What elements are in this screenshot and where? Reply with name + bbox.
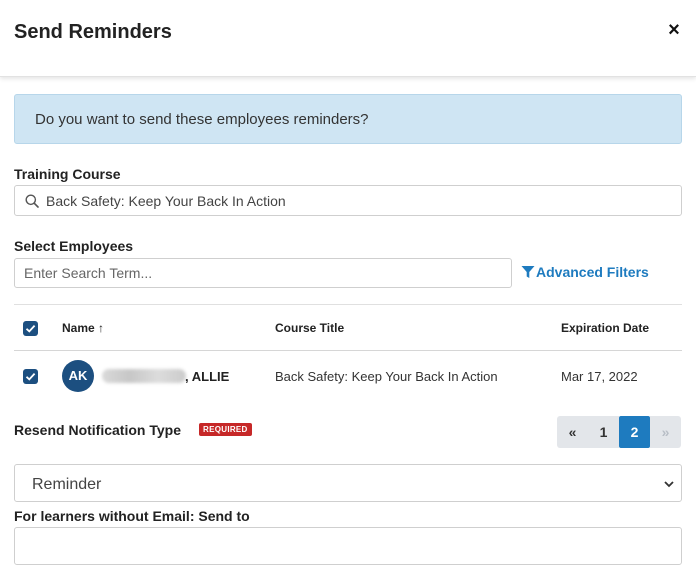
- pagination-page-1[interactable]: 1: [588, 416, 619, 448]
- advanced-filters-label: Advanced Filters: [536, 264, 649, 280]
- redacted-last-name: [102, 369, 186, 383]
- info-banner: Do you want to send these employees remi…: [14, 94, 682, 144]
- send-to-input[interactable]: [14, 527, 682, 565]
- column-header-expiration-date[interactable]: Expiration Date: [561, 321, 649, 335]
- row-checkbox[interactable]: [23, 369, 38, 384]
- pagination-page-2[interactable]: 2: [619, 416, 650, 448]
- pagination: « 1 2 »: [557, 416, 681, 448]
- required-badge: REQUIRED: [199, 423, 252, 436]
- advanced-filters-link[interactable]: Advanced Filters: [521, 264, 649, 280]
- search-icon: [25, 194, 39, 208]
- employee-search-input[interactable]: [14, 258, 512, 288]
- pagination-prev-button[interactable]: «: [557, 416, 588, 448]
- table-header: Name ↑ Course Title Expiration Date: [14, 304, 682, 351]
- notification-type-value: Reminder: [32, 476, 102, 493]
- pagination-next-button[interactable]: »: [650, 416, 681, 448]
- select-all-checkbox[interactable]: [23, 321, 38, 336]
- employee-name: , ALLIE: [185, 369, 230, 384]
- notification-type-select[interactable]: Reminder: [14, 464, 682, 502]
- chevron-down-icon: [664, 481, 674, 488]
- column-header-course-title[interactable]: Course Title: [275, 321, 344, 335]
- check-icon: [25, 324, 36, 333]
- send-to-label: For learners without Email: Send to: [14, 508, 250, 524]
- filter-icon: [521, 266, 535, 278]
- avatar: AK: [62, 360, 94, 392]
- training-course-label: Training Course: [14, 166, 121, 182]
- info-message: Do you want to send these employees remi…: [35, 111, 369, 128]
- row-course-title: Back Safety: Keep Your Back In Action: [275, 369, 498, 384]
- column-header-name[interactable]: Name ↑: [62, 321, 104, 335]
- resend-notification-label: Resend Notification Type: [14, 422, 181, 438]
- check-icon: [25, 372, 36, 381]
- training-course-field[interactable]: Back Safety: Keep Your Back In Action: [14, 185, 682, 216]
- select-employees-label: Select Employees: [14, 238, 134, 254]
- row-expiration-date: Mar 17, 2022: [561, 369, 638, 384]
- table-row: AK , ALLIE Back Safety: Keep Your Back I…: [14, 351, 682, 401]
- training-course-value: Back Safety: Keep Your Back In Action: [46, 193, 286, 209]
- modal-title: Send Reminders: [14, 21, 172, 43]
- modal-header: Send Reminders ×: [0, 0, 696, 77]
- close-icon[interactable]: ×: [664, 20, 684, 40]
